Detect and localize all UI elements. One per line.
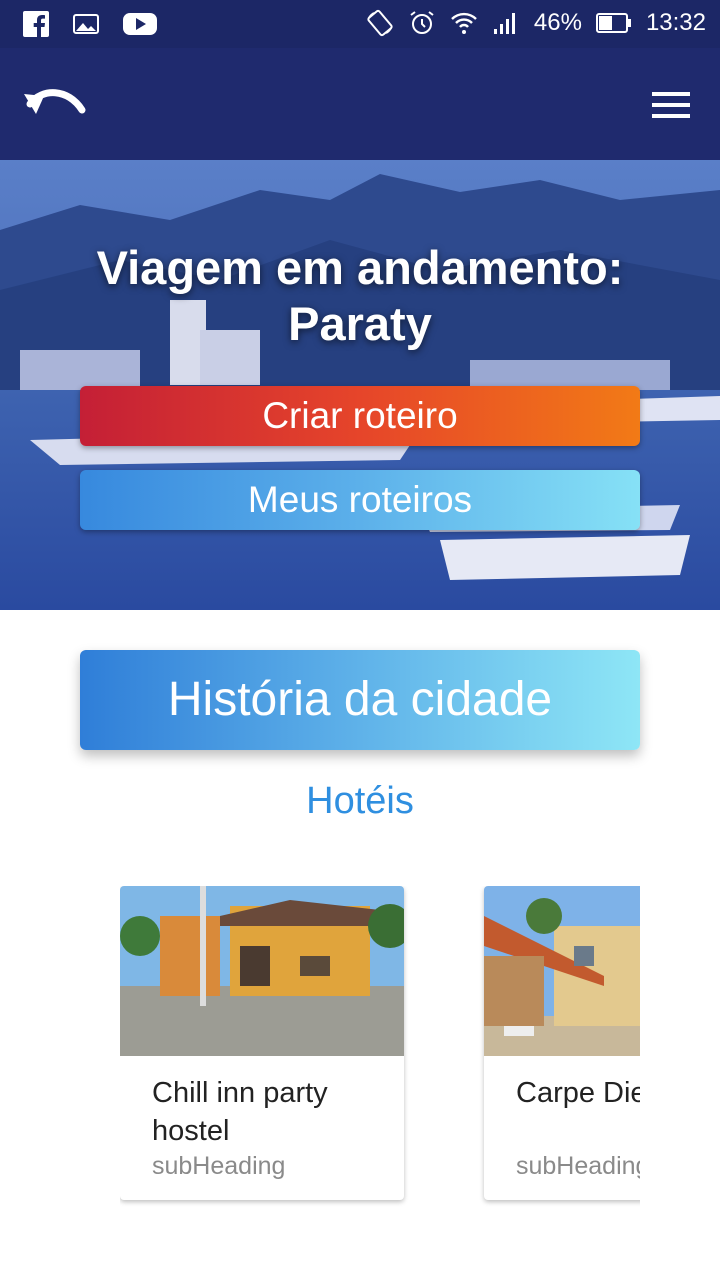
- undo-arrow-icon[interactable]: [22, 84, 88, 128]
- hotel-name: Chill inn party hostel: [152, 1077, 328, 1147]
- city-history-button[interactable]: História da cidade: [80, 650, 640, 750]
- hotel-subheading: subHeading: [516, 1152, 640, 1180]
- hotel-photo: [120, 886, 404, 1056]
- status-left-icons: [22, 10, 158, 38]
- hotels-carousel[interactable]: Chill inn party hostel subHeading Carpe …: [120, 886, 640, 1216]
- paraty-bay-background-image: [0, 160, 720, 610]
- trip-in-progress-title: Viagem em andamento: Paraty: [0, 240, 720, 352]
- create-itinerary-button[interactable]: Criar roteiro: [80, 386, 640, 446]
- hamburger-menu-icon[interactable]: [652, 90, 690, 120]
- gallery-icon: [73, 14, 99, 34]
- hotels-section-title: Hotéis: [306, 780, 414, 822]
- battery-icon: [595, 13, 631, 33]
- status-right-icons: 46% 13:32: [366, 9, 706, 37]
- trip-city-name: Paraty: [288, 297, 432, 350]
- app-bar: [0, 48, 720, 160]
- battery-percent: 46%: [533, 9, 582, 36]
- status-bar: 46% 13:32: [0, 0, 720, 48]
- my-itineraries-button[interactable]: Meus roteiros: [80, 470, 640, 530]
- alarm-icon: [410, 11, 434, 34]
- rotate-icon: [367, 9, 393, 37]
- wifi-icon: [451, 12, 477, 34]
- hotel-card[interactable]: Carpe Diem Hostel subHeading: [484, 886, 640, 1200]
- hotel-subheading: subHeading: [152, 1152, 286, 1180]
- signal-icon: [493, 13, 515, 34]
- hotel-photo: [484, 886, 640, 1056]
- hotel-name: Carpe Diem Hostel: [516, 1077, 640, 1109]
- clock-time: 13:32: [645, 9, 706, 36]
- youtube-icon: [123, 13, 157, 35]
- facebook-icon: [23, 11, 49, 38]
- trip-title-line1: Viagem em andamento:: [96, 241, 624, 294]
- hero-banner: Viagem em andamento: Paraty Criar roteir…: [0, 160, 720, 610]
- hotel-card[interactable]: Chill inn party hostel subHeading: [120, 886, 404, 1200]
